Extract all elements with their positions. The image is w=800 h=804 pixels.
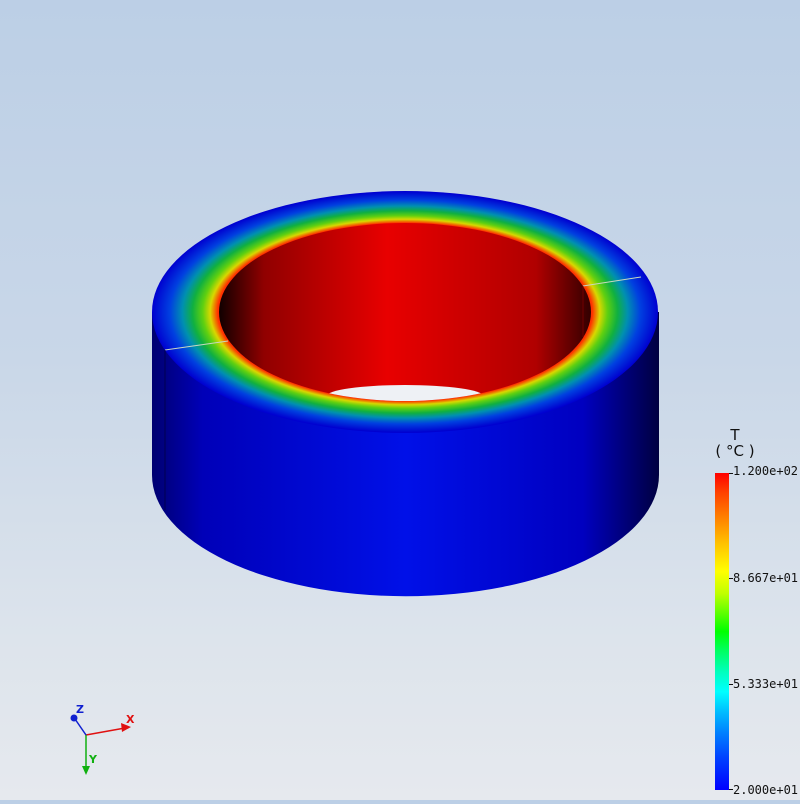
legend-min-label: 2.000e+01 [733, 783, 799, 797]
axis-triad: X Y Z [70, 703, 135, 775]
z-axis-label: Z [76, 703, 84, 716]
legend-variable: T [730, 426, 740, 444]
legend-unit: ( °C ) [715, 442, 755, 460]
legend-max-label: 1.200e+02 [733, 464, 799, 478]
x-axis-label: X [126, 713, 135, 726]
model-render: X Y Z [70, 191, 659, 775]
legend-mid-low-label: 5.333e+01 [733, 677, 799, 691]
legend-color-bar [715, 473, 729, 790]
legend-mid-high-label: 8.667e+01 [733, 571, 799, 585]
y-axis-label: Y [88, 753, 98, 766]
3d-viewport[interactable]: X Y Z [0, 0, 800, 800]
